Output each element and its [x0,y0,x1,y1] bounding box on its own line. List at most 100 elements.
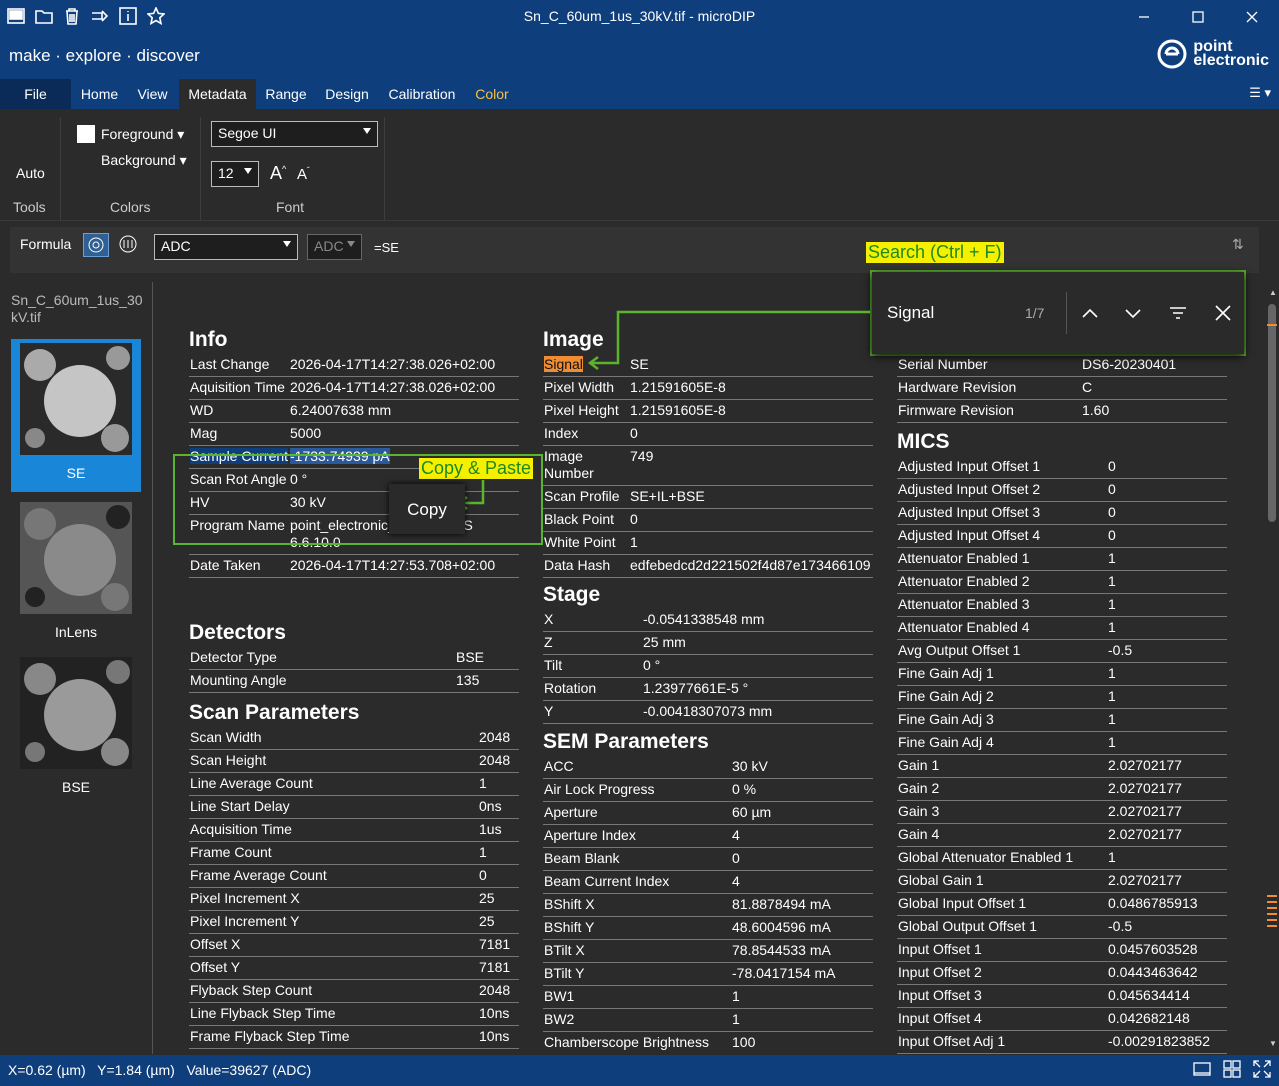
row-value[interactable]: 4 [732,873,740,889]
table-row[interactable]: BTilt Y -78.0417154 mA [543,963,873,986]
table-row[interactable]: Frame Average Count 0 [189,865,519,888]
row-value[interactable]: 30 kV [732,758,768,774]
row-value[interactable]: 0.0443463642 [1108,964,1198,980]
table-row[interactable]: Image Number 749 [543,446,873,486]
row-value[interactable]: edfebedcd2d221502f4d87e173466109 [630,557,871,573]
grid-view-icon[interactable] [1223,1060,1241,1078]
channel-select-2[interactable]: ADC [307,234,362,260]
row-value[interactable]: 1 [479,844,487,860]
table-row[interactable]: Pixel Increment X 25 [189,888,519,911]
table-row[interactable]: Input Offset Adj 1 -0.00291823852 [897,1031,1227,1054]
table-row[interactable]: Line Start Delay 0ns [189,796,519,819]
scroll-down-icon[interactable]: ▼ [1269,1039,1277,1048]
row-value[interactable]: 0 [732,850,740,866]
table-row[interactable]: Input Offset 1 0.0457603528 [897,939,1227,962]
tab-home[interactable]: Home [72,79,127,109]
table-row[interactable]: Aperture 60 µm [543,802,873,825]
thumbnail-inlens[interactable]: InLens [11,498,141,648]
filter-icon[interactable] [1168,303,1188,323]
formula-matrix-button[interactable] [116,233,140,257]
tab-range[interactable]: Range [258,79,314,109]
row-value[interactable]: 2.02702177 [1108,872,1182,888]
table-row[interactable]: Fine Gain Adj 3 1 [897,709,1227,732]
row-value[interactable]: -0.00418307073 mm [643,703,772,719]
row-value[interactable]: 262 [479,1051,502,1054]
row-value[interactable]: -0.00291823852 [1108,1033,1210,1049]
table-row[interactable]: White Point 1 [543,532,873,555]
table-row[interactable]: Scan Width 2048 [189,727,519,750]
row-value[interactable]: -78.0417154 mA [732,965,836,981]
table-row[interactable]: Flyback Step Count 2048 [189,980,519,1003]
table-row[interactable]: WD 6.24007638 mm [189,400,519,423]
row-value[interactable]: 10ns [479,1028,509,1044]
minimize-icon[interactable] [1117,0,1171,33]
thumbnail-bse[interactable]: BSE [11,653,141,803]
chevron-down-icon[interactable] [1123,303,1143,323]
fit-view-icon[interactable] [1253,1060,1271,1078]
row-value[interactable]: 7181 [479,959,510,975]
row-value[interactable]: 100 [732,1034,755,1050]
maximize-icon[interactable] [1171,0,1225,33]
table-row[interactable]: Beam Current Index 4 [543,871,873,894]
table-row[interactable]: Input Offset 2 0.0443463642 [897,962,1227,985]
table-row[interactable]: Scan Height 2048 [189,750,519,773]
thumbnail-se[interactable]: SE [11,339,141,492]
row-value[interactable]: 5000 [290,425,321,441]
table-row[interactable]: BW1 1 [543,986,873,1009]
row-value[interactable]: 1 [1108,688,1116,704]
channel-select[interactable]: ADC [154,234,298,260]
row-value[interactable]: 0 [1108,504,1116,520]
row-value[interactable]: 0.042682148 [1108,1010,1190,1026]
table-row[interactable]: Global Gain 1 2.02702177 [897,870,1227,893]
row-value[interactable]: SE [630,356,649,372]
table-row[interactable]: Fine Gain Adj 2 1 [897,686,1227,709]
close-icon[interactable] [1225,0,1279,33]
table-row[interactable]: Adjusted Input Offset 4 0 [897,525,1227,548]
table-row[interactable]: Data Hash edfebedcd2d221502f4d87e17346610… [543,555,873,578]
table-row[interactable]: Line Average Count 1 [189,773,519,796]
table-row[interactable]: Z 25 mm [543,632,873,655]
row-value[interactable]: 749 [630,448,653,464]
table-row[interactable]: Last Change 2026-04-17T14:27:38.026+02:00 [189,354,519,377]
row-value[interactable]: 1 [1108,573,1116,589]
font-size-select[interactable]: 12 [211,161,259,187]
formula-mode-button[interactable] [83,233,109,257]
tab-metadata[interactable]: Metadata [179,79,256,109]
row-value[interactable]: 0.0486785913 [1108,895,1198,911]
table-row[interactable]: BTilt X 78.8544533 mA [543,940,873,963]
table-row[interactable]: PreScan Step Count X 262 [189,1049,519,1054]
auto-button[interactable]: Auto [16,165,45,181]
row-value[interactable]: 0 [1108,481,1116,497]
row-value[interactable]: 81.8878494 mA [732,896,831,912]
row-value[interactable]: 2.02702177 [1108,780,1182,796]
row-value[interactable]: 1us [479,821,502,837]
scroll-up-icon[interactable]: ▲ [1269,288,1277,297]
row-value[interactable]: 1.23977661E-5 ° [643,680,748,696]
table-row[interactable]: Fine Gain Adj 4 1 [897,732,1227,755]
foreground-swatch[interactable] [77,125,95,143]
row-value[interactable]: 0 [630,425,638,441]
row-value[interactable]: 2026-04-17T14:27:53.708+02:00 [290,557,495,573]
row-value[interactable]: 2026-04-17T14:27:38.026+02:00 [290,379,495,395]
table-row[interactable]: Line Flyback Step Time 10ns [189,1003,519,1026]
row-value[interactable]: 25 mm [643,634,686,650]
row-value[interactable]: 1 [479,775,487,791]
table-row[interactable]: Gain 1 2.02702177 [897,755,1227,778]
table-row[interactable]: X -0.0541338548 mm [543,609,873,632]
row-value[interactable]: 2.02702177 [1108,757,1182,773]
table-row[interactable]: Aquisition Time 2026-04-17T14:27:38.026+0… [189,377,519,400]
table-row[interactable]: Y -0.00418307073 mm [543,701,873,724]
table-row[interactable]: Avg Output Offset 1 -0.5 [897,640,1227,663]
row-value[interactable]: 1.21591605E-8 [630,402,726,418]
tab-color[interactable]: Color [470,79,514,109]
scroll-thumb[interactable] [1268,304,1276,522]
row-value[interactable]: 1 [630,534,638,550]
close-search-icon[interactable] [1213,303,1233,323]
row-value[interactable]: 0ns [479,798,502,814]
table-row[interactable]: Acquisition Time 1us [189,819,519,842]
row-value[interactable]: 0 [479,867,487,883]
row-value[interactable]: 2.02702177 [1108,826,1182,842]
row-value[interactable]: 0.0457603528 [1108,941,1198,957]
table-row[interactable]: Rotation 1.23977661E-5 ° [543,678,873,701]
row-value[interactable]: BSE [456,649,484,665]
